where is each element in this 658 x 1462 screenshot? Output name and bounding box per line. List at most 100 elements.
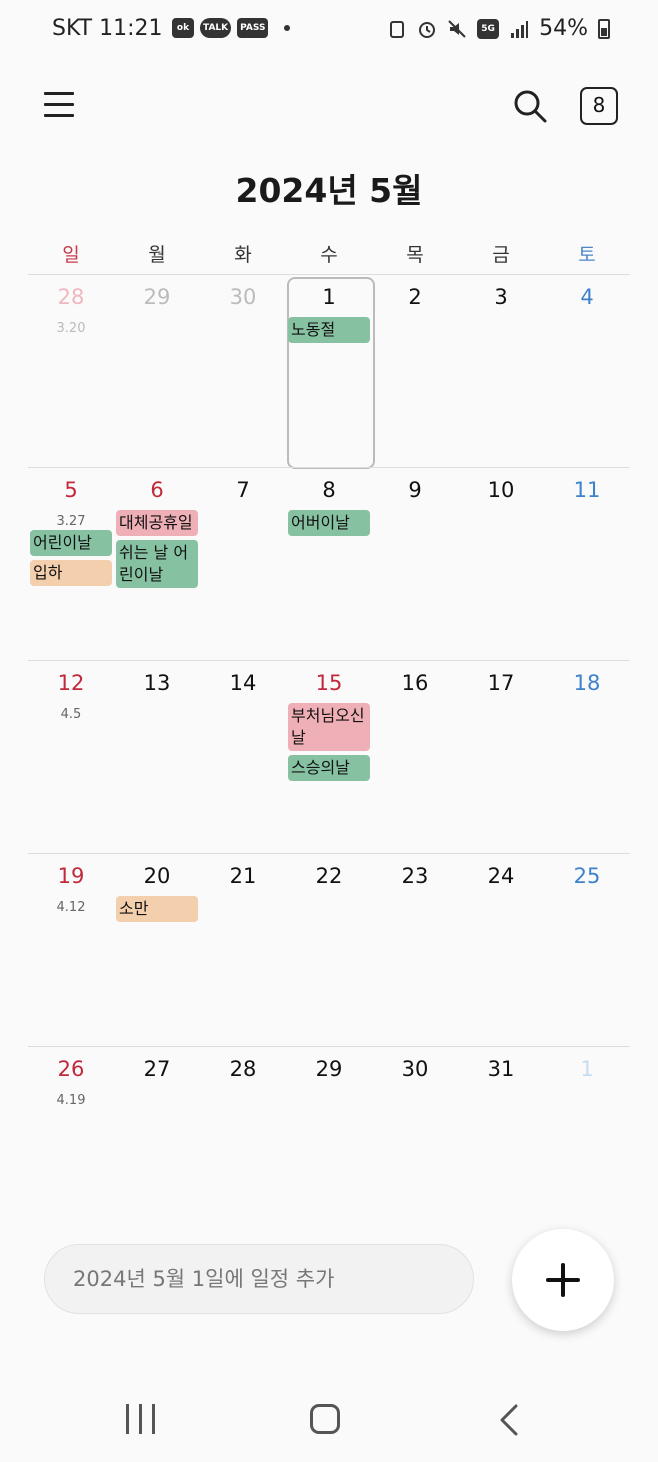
event-chip[interactable]: 대체공휴일 (116, 510, 198, 536)
day-number: 25 (573, 864, 601, 888)
day-number: 24 (487, 864, 515, 888)
day-cell[interactable]: 15 부처님오신날스승의날 (286, 661, 372, 853)
weekday-wed: 수 (320, 244, 338, 266)
day-number: 11 (573, 478, 601, 502)
day-cell[interactable]: 25 (544, 854, 630, 1046)
day-cell[interactable]: 7 (200, 468, 286, 660)
day-number: 16 (401, 671, 429, 695)
week-row: 12 4.5 13 14 15 부처님오신날스승의날 16 17 18 (28, 660, 630, 853)
lunar-date: 4.12 (56, 900, 86, 915)
day-cell[interactable]: 18 (544, 661, 630, 853)
event-chip[interactable]: 노동절 (288, 317, 370, 343)
day-cell[interactable]: 28 3.20 (28, 275, 114, 467)
talk-notification-icon: TALK (200, 18, 232, 38)
day-cell[interactable]: 26 4.19 (28, 1047, 114, 1239)
day-cell[interactable]: 23 (372, 854, 458, 1046)
day-number: 20 (143, 864, 171, 888)
home-icon[interactable] (310, 1404, 340, 1434)
day-cell[interactable]: 12 4.5 (28, 661, 114, 853)
search-icon[interactable] (512, 88, 548, 124)
day-number: 1 (580, 1057, 594, 1081)
notification-icons: ok TALK PASS (172, 18, 291, 38)
day-cell[interactable]: 30 (200, 275, 286, 467)
day-cell[interactable]: 16 (372, 661, 458, 853)
day-cell[interactable]: 11 (544, 468, 630, 660)
day-cell[interactable]: 20 소만 (114, 854, 200, 1046)
day-number: 15 (315, 671, 343, 695)
weekday-sun: 일 (62, 244, 80, 266)
quick-add-input[interactable]: 2024년 5월 1일에 일정 추가 (44, 1244, 474, 1314)
day-cell[interactable]: 24 (458, 854, 544, 1046)
network-5g-icon: 5G (477, 18, 500, 39)
day-number: 22 (315, 864, 343, 888)
day-number: 17 (487, 671, 515, 695)
day-cell[interactable]: 22 (286, 854, 372, 1046)
day-number: 13 (143, 671, 171, 695)
day-number: 29 (315, 1057, 343, 1081)
day-cell[interactable]: 1 노동절 (286, 275, 375, 469)
day-number: 28 (229, 1057, 257, 1081)
day-cell[interactable]: 31 (458, 1047, 544, 1239)
day-cell[interactable]: 4 (544, 275, 630, 467)
day-number: 29 (143, 285, 171, 309)
day-cell[interactable]: 1 (544, 1047, 630, 1239)
weekday-mon: 월 (148, 244, 166, 266)
day-number: 31 (487, 1057, 515, 1081)
day-cell[interactable]: 21 (200, 854, 286, 1046)
day-cell[interactable]: 9 (372, 468, 458, 660)
day-number: 18 (573, 671, 601, 695)
day-number: 30 (229, 285, 257, 309)
lunar-date: 4.19 (56, 1093, 86, 1108)
back-icon[interactable] (498, 1404, 522, 1436)
week-row: 26 4.19 27 28 29 30 31 1 (28, 1046, 630, 1239)
day-number: 9 (408, 478, 422, 502)
today-button[interactable]: 8 (580, 87, 618, 125)
top-bar: 8 (0, 80, 658, 136)
event-chip[interactable]: 쉬는 날 어린이날 (116, 540, 198, 588)
day-number: 5 (64, 478, 78, 502)
weekday-tue: 화 (234, 244, 252, 266)
battery-percent: 54% (539, 16, 588, 41)
more-notifications-icon (284, 25, 291, 31)
system-nav-bar (0, 1390, 658, 1450)
event-chip[interactable]: 입하 (30, 560, 112, 586)
day-number: 2 (408, 285, 422, 309)
day-number: 14 (229, 671, 257, 695)
event-chip[interactable]: 어린이날 (30, 530, 112, 556)
mute-icon (448, 19, 466, 38)
month-title[interactable]: 2024년 5월 (0, 164, 658, 212)
system-icons: 5G 54% (387, 16, 610, 41)
day-cell[interactable]: 28 (200, 1047, 286, 1239)
day-cell[interactable]: 29 (286, 1047, 372, 1239)
lunar-date: 3.20 (56, 321, 86, 336)
day-number: 3 (494, 285, 508, 309)
day-cell[interactable]: 14 (200, 661, 286, 853)
menu-icon[interactable] (44, 92, 74, 118)
event-chip[interactable]: 어버이날 (288, 510, 370, 536)
add-event-button[interactable] (512, 1229, 614, 1331)
day-cell[interactable]: 8 어버이날 (286, 468, 372, 660)
weekday-header: 일 월 화 수 목 금 토 (28, 240, 630, 267)
day-cell[interactable]: 13 (114, 661, 200, 853)
day-number: 21 (229, 864, 257, 888)
recycle-icon (390, 20, 405, 38)
day-cell[interactable]: 29 (114, 275, 200, 467)
event-chip[interactable]: 소만 (116, 896, 198, 922)
day-cell[interactable]: 17 (458, 661, 544, 853)
day-cell[interactable]: 19 4.12 (28, 854, 114, 1046)
day-cell[interactable]: 2 (372, 275, 458, 467)
day-number: 19 (57, 864, 85, 888)
day-cell[interactable]: 27 (114, 1047, 200, 1239)
day-cell[interactable]: 6 대체공휴일 쉬는 날 어린이날 (114, 468, 200, 660)
day-cell[interactable]: 5 3.27 어린이날 입하 (28, 468, 114, 660)
week-row: 28 3.20 29 30 1 노동절 2 3 4 (28, 274, 630, 469)
alarm-icon (419, 21, 436, 38)
day-number: 1 (322, 285, 336, 309)
day-cell[interactable]: 30 (372, 1047, 458, 1239)
day-cell[interactable]: 10 (458, 468, 544, 660)
day-cell[interactable]: 3 (458, 275, 544, 467)
event-chip[interactable]: 부처님오신날 (288, 703, 370, 751)
event-chip[interactable]: 스승의날 (288, 755, 370, 781)
battery-icon (598, 18, 610, 39)
recent-apps-icon[interactable] (126, 1404, 156, 1434)
